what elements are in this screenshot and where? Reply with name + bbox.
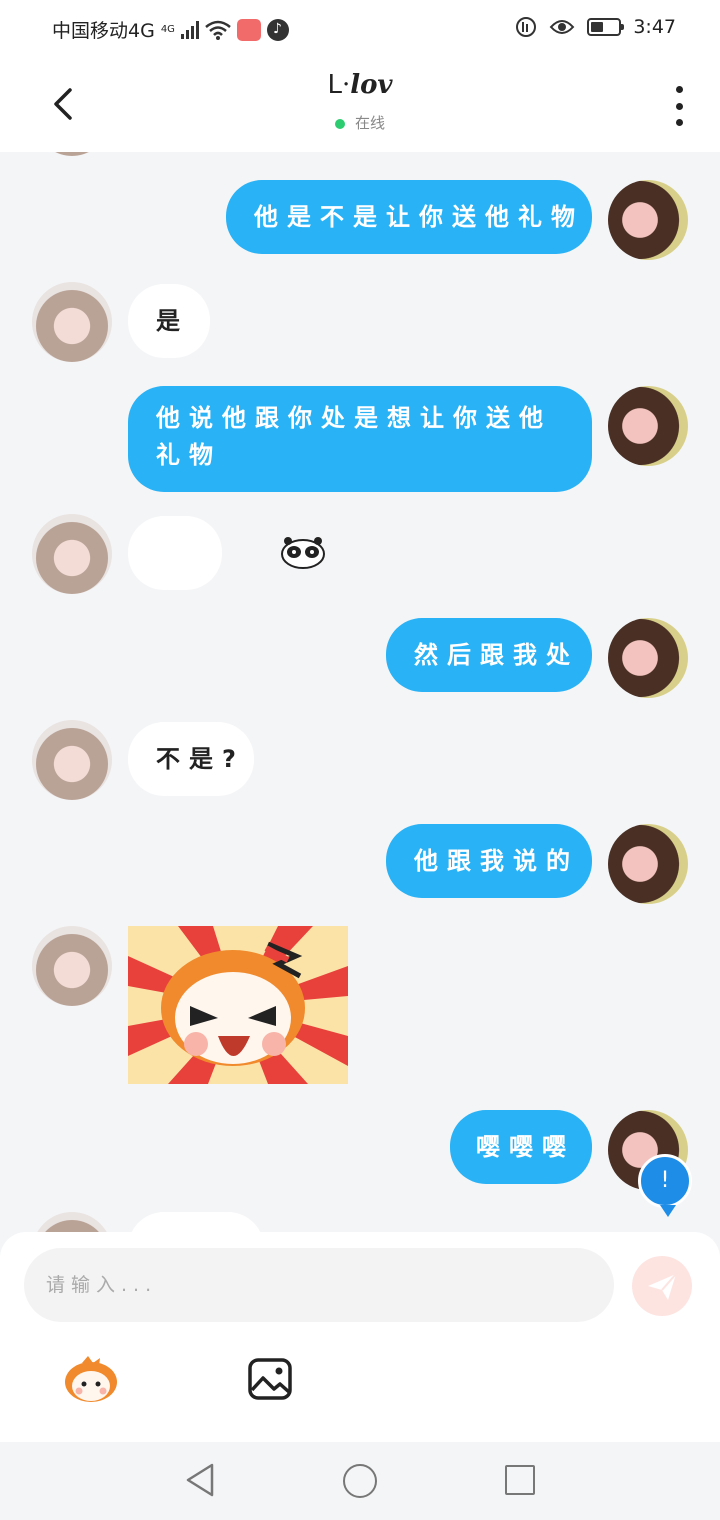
online-status: 在线 (0, 112, 720, 133)
contact-avatar[interactable] (32, 720, 112, 800)
contact-avatar[interactable] (32, 514, 112, 594)
wifi-icon (205, 20, 231, 40)
my-avatar[interactable] (608, 180, 688, 260)
message-row: 嘤嘤嘤 (0, 1110, 720, 1190)
app-logo: ᒪ·lov (327, 70, 393, 100)
scroll-down-indicator[interactable]: ! (638, 1154, 692, 1217)
network-type: 4G (160, 24, 175, 35)
data-saver-icon (516, 17, 537, 37)
message-input[interactable]: 请输入... (24, 1248, 614, 1322)
my-avatar[interactable] (608, 824, 688, 904)
contact-avatar[interactable] (32, 926, 112, 1006)
my-message-bubble[interactable]: 然后跟我处 (386, 618, 592, 692)
their-message-bubble[interactable]: 不是? (128, 722, 254, 796)
my-message-bubble[interactable]: 他是不是让你送他礼物 (226, 180, 592, 254)
chat-header: ᒪ·lov 在线 (0, 56, 720, 152)
eye-icon (549, 20, 575, 34)
message-row: 他是不是让你送他礼物 (0, 180, 720, 260)
send-button[interactable] (632, 1256, 692, 1316)
message-list[interactable]: 他是不是让你送他礼物 是 他说他跟你处是想让你送他礼物 然后跟我处 不是? 他跟… (0, 152, 720, 1232)
carrier-label: 中国移动4G (52, 20, 155, 42)
more-options-icon[interactable] (672, 86, 686, 126)
my-avatar[interactable] (608, 386, 688, 466)
status-right: 3:47 (515, 16, 676, 38)
status-left: 中国移动4G 4G (52, 16, 289, 43)
online-status-label: 在线 (354, 114, 385, 132)
message-row: 他跟我说的 (0, 824, 720, 904)
contact-avatar[interactable] (32, 152, 112, 156)
system-navigation-bar (0, 1442, 720, 1520)
nav-back-icon[interactable] (184, 1462, 216, 1498)
message-row (0, 926, 720, 1086)
contact-avatar[interactable] (32, 282, 112, 362)
status-bar: 中国移动4G 4G 3:47 (0, 0, 720, 56)
tiktok-icon (266, 18, 289, 41)
my-message-bubble[interactable]: 他说他跟你处是想让你送他礼物 (128, 386, 592, 492)
message-row (0, 1212, 720, 1232)
message-row: 他说他跟你处是想让你送他礼物 (0, 386, 720, 492)
their-sticker-bubble[interactable] (128, 516, 325, 590)
their-message-bubble[interactable] (128, 1212, 264, 1232)
message-row: 不是? (0, 720, 720, 800)
my-message-bubble[interactable]: 嘤嘤嘤 (450, 1110, 592, 1184)
message-row (0, 514, 720, 594)
message-row: 是 (0, 282, 720, 362)
notification-app-icon (236, 18, 261, 41)
send-icon (648, 1273, 677, 1300)
angry-cartoon-sticker[interactable] (128, 926, 348, 1084)
nav-home-icon[interactable] (343, 1464, 377, 1498)
panda-face-sticker (281, 537, 325, 569)
emoji-sticker-icon[interactable] (62, 1354, 120, 1404)
nav-recents-icon[interactable] (505, 1465, 535, 1495)
their-message-bubble[interactable]: 是 (128, 284, 210, 358)
online-dot (334, 118, 345, 129)
message-row: 然后跟我处 (0, 618, 720, 698)
image-icon[interactable] (248, 1358, 292, 1400)
my-message-bubble[interactable]: 他跟我说的 (386, 824, 592, 898)
my-avatar[interactable] (608, 618, 688, 698)
battery-icon (587, 18, 625, 36)
message-composer: 请输入... (0, 1232, 720, 1442)
clock: 3:47 (633, 16, 676, 38)
signal-icon (180, 20, 199, 39)
contact-avatar[interactable] (32, 1212, 112, 1232)
